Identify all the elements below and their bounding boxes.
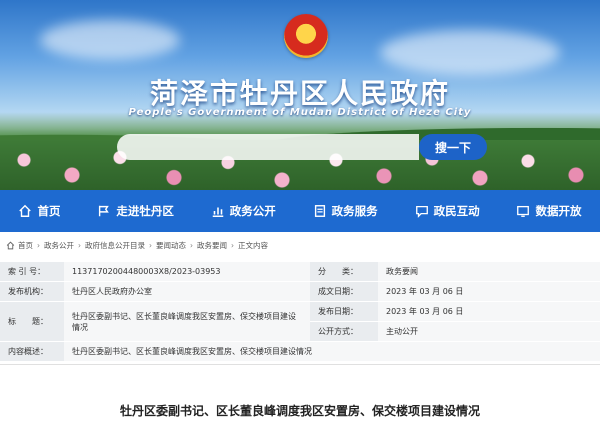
site-title: 菏泽市牡丹区人民政府: [149, 77, 450, 110]
national-emblem-icon: ★: [284, 14, 328, 58]
title-value: 牡丹区委副书记、区长董良峰调度我区安置房、保交楼项目建设情况: [64, 301, 310, 342]
publisher-value: 牡丹区人民政府办公室: [64, 281, 310, 302]
document-icon: [314, 205, 325, 217]
nav-item-label: 首页: [37, 204, 61, 218]
breadcrumb-catalog[interactable]: 政府信息公开目录: [85, 240, 145, 251]
created-date-label: 成文日期：: [310, 281, 378, 302]
chevron-right-icon: ›: [190, 240, 193, 250]
summary-value: 牡丹区委副书记、区长董良峰调度我区安置房、保交楼项目建设情况: [64, 341, 600, 362]
flag-icon: [99, 205, 110, 217]
cloud-decoration: [380, 30, 560, 75]
nav-item-home[interactable]: 首页: [18, 203, 60, 219]
published-date-value: 2023 年 03 月 06 日: [378, 301, 600, 322]
search-bar: 搜一下: [117, 134, 487, 160]
summary-label: 内容概述：: [0, 341, 64, 362]
main-nav: 首页 走进牡丹区 政务公开 政务服务 政民互动 数据开放: [0, 190, 600, 232]
nav-item-label: 政务公开: [229, 204, 276, 218]
chevron-right-icon: ›: [149, 240, 152, 250]
breadcrumb-open-government[interactable]: 政务公开: [44, 240, 74, 251]
disclosure-value: 主动公开: [378, 321, 600, 342]
category-label: 分 类：: [310, 262, 378, 282]
breadcrumb-home[interactable]: 首页: [18, 240, 33, 251]
nav-item-label: 走进牡丹区: [116, 204, 174, 218]
created-date-value: 2023 年 03 月 06 日: [378, 281, 600, 302]
document-metadata-table: 索 引 号： 11371702004480003X8/2023-03953 分 …: [0, 262, 600, 362]
publisher-label: 发布机构：: [0, 281, 64, 302]
divider: [0, 364, 600, 365]
disclosure-label: 公开方式：: [310, 321, 378, 342]
chart-icon: [212, 207, 224, 218]
nav-item-open-data[interactable]: 数据开放: [516, 203, 581, 219]
chevron-right-icon: ›: [78, 240, 81, 250]
search-button[interactable]: 搜一下: [419, 134, 487, 160]
nav-item-interaction[interactable]: 政民互动: [415, 203, 480, 219]
nav-item-about[interactable]: 走进牡丹区: [97, 203, 174, 219]
nav-item-label: 政务服务: [331, 204, 378, 218]
title-label: 标 题：: [0, 301, 64, 342]
nav-item-label: 政民互动: [433, 204, 480, 218]
data-icon: [517, 205, 530, 217]
search-input[interactable]: [117, 134, 419, 160]
index-value: 11371702004480003X8/2023-03953: [64, 262, 310, 282]
published-date-label: 发布日期：: [310, 301, 378, 322]
header-banner: ★ 菏泽市牡丹区人民政府 People's Government of Muda…: [0, 0, 600, 190]
chat-icon: [415, 205, 428, 218]
breadcrumb-current: 正文内容: [238, 240, 268, 250]
breadcrumb-news[interactable]: 要闻动态: [156, 240, 186, 251]
index-label: 索 引 号：: [0, 262, 64, 282]
breadcrumb: 首页 › 政务公开 › 政府信息公开目录 › 要闻动态 › 政务要闻 › 正文内容: [0, 237, 600, 253]
category-value: 政务要闻: [378, 262, 600, 282]
cloud-decoration: [40, 20, 180, 60]
article-title: 牡丹区委副书记、区长董良峰调度我区安置房、保交楼项目建设情况: [119, 404, 480, 418]
breadcrumb-gov-news[interactable]: 政务要闻: [197, 240, 227, 251]
nav-item-open-government[interactable]: 政务公开: [211, 203, 276, 219]
nav-item-services[interactable]: 政务服务: [313, 203, 378, 219]
chevron-right-icon: ›: [231, 240, 234, 250]
home-icon: [19, 204, 32, 217]
nav-item-label: 数据开放: [535, 204, 582, 218]
home-icon: [6, 240, 15, 249]
chevron-right-icon: ›: [37, 240, 40, 250]
site-subtitle: People's Government of Mudan District of…: [128, 107, 472, 118]
